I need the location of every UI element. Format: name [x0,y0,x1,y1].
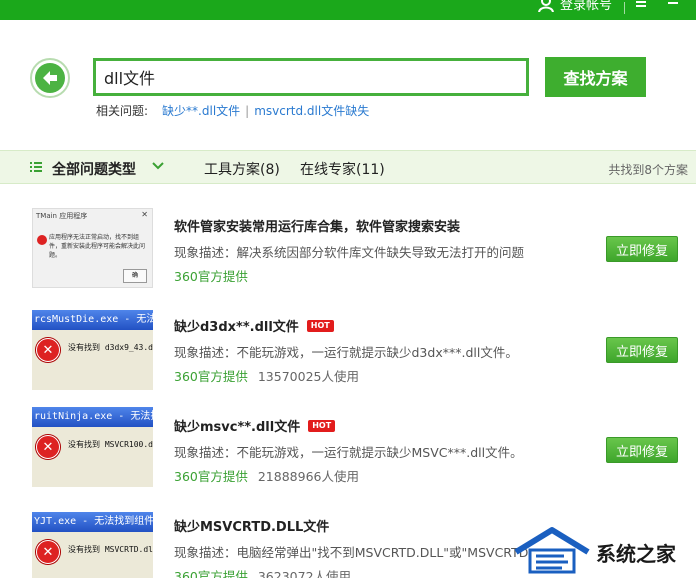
filter-all-types[interactable]: 全部问题类型 [52,159,136,179]
provider-label: 360官方提供 [174,569,248,578]
error-icon: ✕ [36,338,60,362]
search-button[interactable]: 查找方案 [545,57,646,97]
thumbnail-message: 没有找到 MSVCRTD.dll [68,545,153,554]
related-link-msvcrtd[interactable]: msvcrtd.dll文件缺失 [254,102,369,119]
arrow-left-icon [43,71,57,85]
top-bar: 登录帐号 [0,0,696,20]
divider [624,2,625,14]
result-description: 现象描述：不能玩游戏，一运行就提示缺少MSVC***.dll文件。 [174,445,523,460]
login-label: 登录帐号 [560,0,613,13]
filter-bar: 全部问题类型 工具方案(8) 在线专家(11) 共找到8个方案 [0,150,696,184]
related-questions: 相关问题: 缺少**.dll文件 | msvcrtd.dll文件缺失 [96,102,369,119]
result-description: 现象描述：解决系统因部分软件库文件缺失导致无法打开的问题 [174,245,525,260]
tab-tool-solutions[interactable]: 工具方案(8) [204,159,280,179]
provider-label: 360官方提供 [174,469,248,484]
result-thumbnail: rcsMustDie.exe - 无法找 ✕ 没有找到 d3dx9_43.dll [32,310,153,390]
fix-now-button[interactable]: 立即修复 [606,337,678,363]
thumbnail-titlebar: YJT.exe - 无法找到组件 [32,512,153,532]
result-provider: 360官方提供 [174,266,248,285]
thumbnail-message: 应用程序无法正常启动，找不到组件，重新安装此程序可能会解决此问题。 [49,234,146,259]
tab-online-experts[interactable]: 在线专家(11) [300,159,385,179]
result-description: 现象描述：不能玩游戏，一运行就提示缺少d3dx***.dll文件。 [174,345,518,360]
result-provider: 360官方提供 3623072人使用 [174,566,351,578]
watermark: 系统之家 [508,520,696,578]
result-thumbnail: YJT.exe - 无法找到组件 ✕ 没有找到 MSVCRTD.dll [32,512,153,578]
result-provider: 360官方提供 13570025人使用 [174,366,359,385]
chevron-down-icon[interactable] [152,161,164,171]
result-thumbnail: TMain 应用程序 ✕ 应用程序无法正常启动，找不到组件，重新安装此程序可能会… [32,208,153,288]
error-icon: ✕ [36,540,60,564]
thumbnail-titlebar: rcsMustDie.exe - 无法找 [32,310,153,330]
fix-now-button[interactable]: 立即修复 [606,437,678,463]
close-icon: ✕ [141,210,148,219]
hot-badge: HOT [308,419,336,432]
list-item: ruitNinja.exe - 无法找到 ✕ 没有找到 MSVCR100.dll… [0,400,696,500]
user-icon [538,0,554,12]
result-count: 共找到8个方案 [608,163,688,177]
menu-icon[interactable] [636,0,646,10]
hot-badge: HOT [306,319,334,332]
result-title[interactable]: 缺少d3dx**.dll文件 HOT [174,316,334,335]
usage-count: 13570025人使用 [257,369,359,384]
house-logo-icon [514,527,590,574]
thumbnail-titlebar: ruitNinja.exe - 无法找到 [32,407,153,427]
related-link-missing-dll[interactable]: 缺少**.dll文件 [162,102,240,119]
thumbnail-ok-button: 确 [123,269,147,283]
back-button[interactable] [30,58,70,98]
result-title[interactable]: 软件管家安装常用运行库合集，软件管家搜索安装 [174,216,460,235]
result-provider: 360官方提供 21888966人使用 [174,466,359,485]
watermark-text: 系统之家 [596,542,676,566]
login-button[interactable]: 登录帐号 [538,0,612,13]
result-title-text: 缺少d3dx**.dll文件 [174,320,299,335]
result-title-text: 软件管家安装常用运行库合集，软件管家搜索安装 [174,220,461,235]
provider-label: 360官方提供 [174,269,248,284]
result-description: 现象描述：电脑经常弹出"找不到MSVCRTD.DLL"或"MSVCRTD [174,545,529,560]
list-item: rcsMustDie.exe - 无法找 ✕ 没有找到 d3dx9_43.dll… [0,300,696,400]
usage-count: 3623072人使用 [257,569,352,578]
result-title-text: 缺少MSVCRTD.DLL文件 [174,520,330,535]
thumbnail-title-text: TMain 应用程序 [36,212,88,220]
minimize-icon[interactable] [668,2,678,4]
related-separator: | [245,103,250,118]
fix-now-button[interactable]: 立即修复 [606,236,678,262]
result-title-text: 缺少msvc**.dll文件 [174,420,301,435]
search-input[interactable] [93,58,529,96]
result-title[interactable]: 缺少msvc**.dll文件 HOT [174,416,336,435]
error-icon: ✕ [36,435,60,459]
result-thumbnail: ruitNinja.exe - 无法找到 ✕ 没有找到 MSVCR100.dll [32,407,153,487]
provider-label: 360官方提供 [174,369,248,384]
list-item: TMain 应用程序 ✕ 应用程序无法正常启动，找不到组件，重新安装此程序可能会… [0,200,696,300]
usage-count: 21888966人使用 [257,469,359,484]
thumbnail-message: 没有找到 d3dx9_43.dll [68,343,153,352]
thumbnail-message: 没有找到 MSVCR100.dll [68,440,153,449]
result-title[interactable]: 缺少MSVCRTD.DLL文件 [174,516,329,535]
related-label: 相关问题: [96,104,149,118]
list-icon [30,162,42,172]
error-icon [37,235,47,245]
